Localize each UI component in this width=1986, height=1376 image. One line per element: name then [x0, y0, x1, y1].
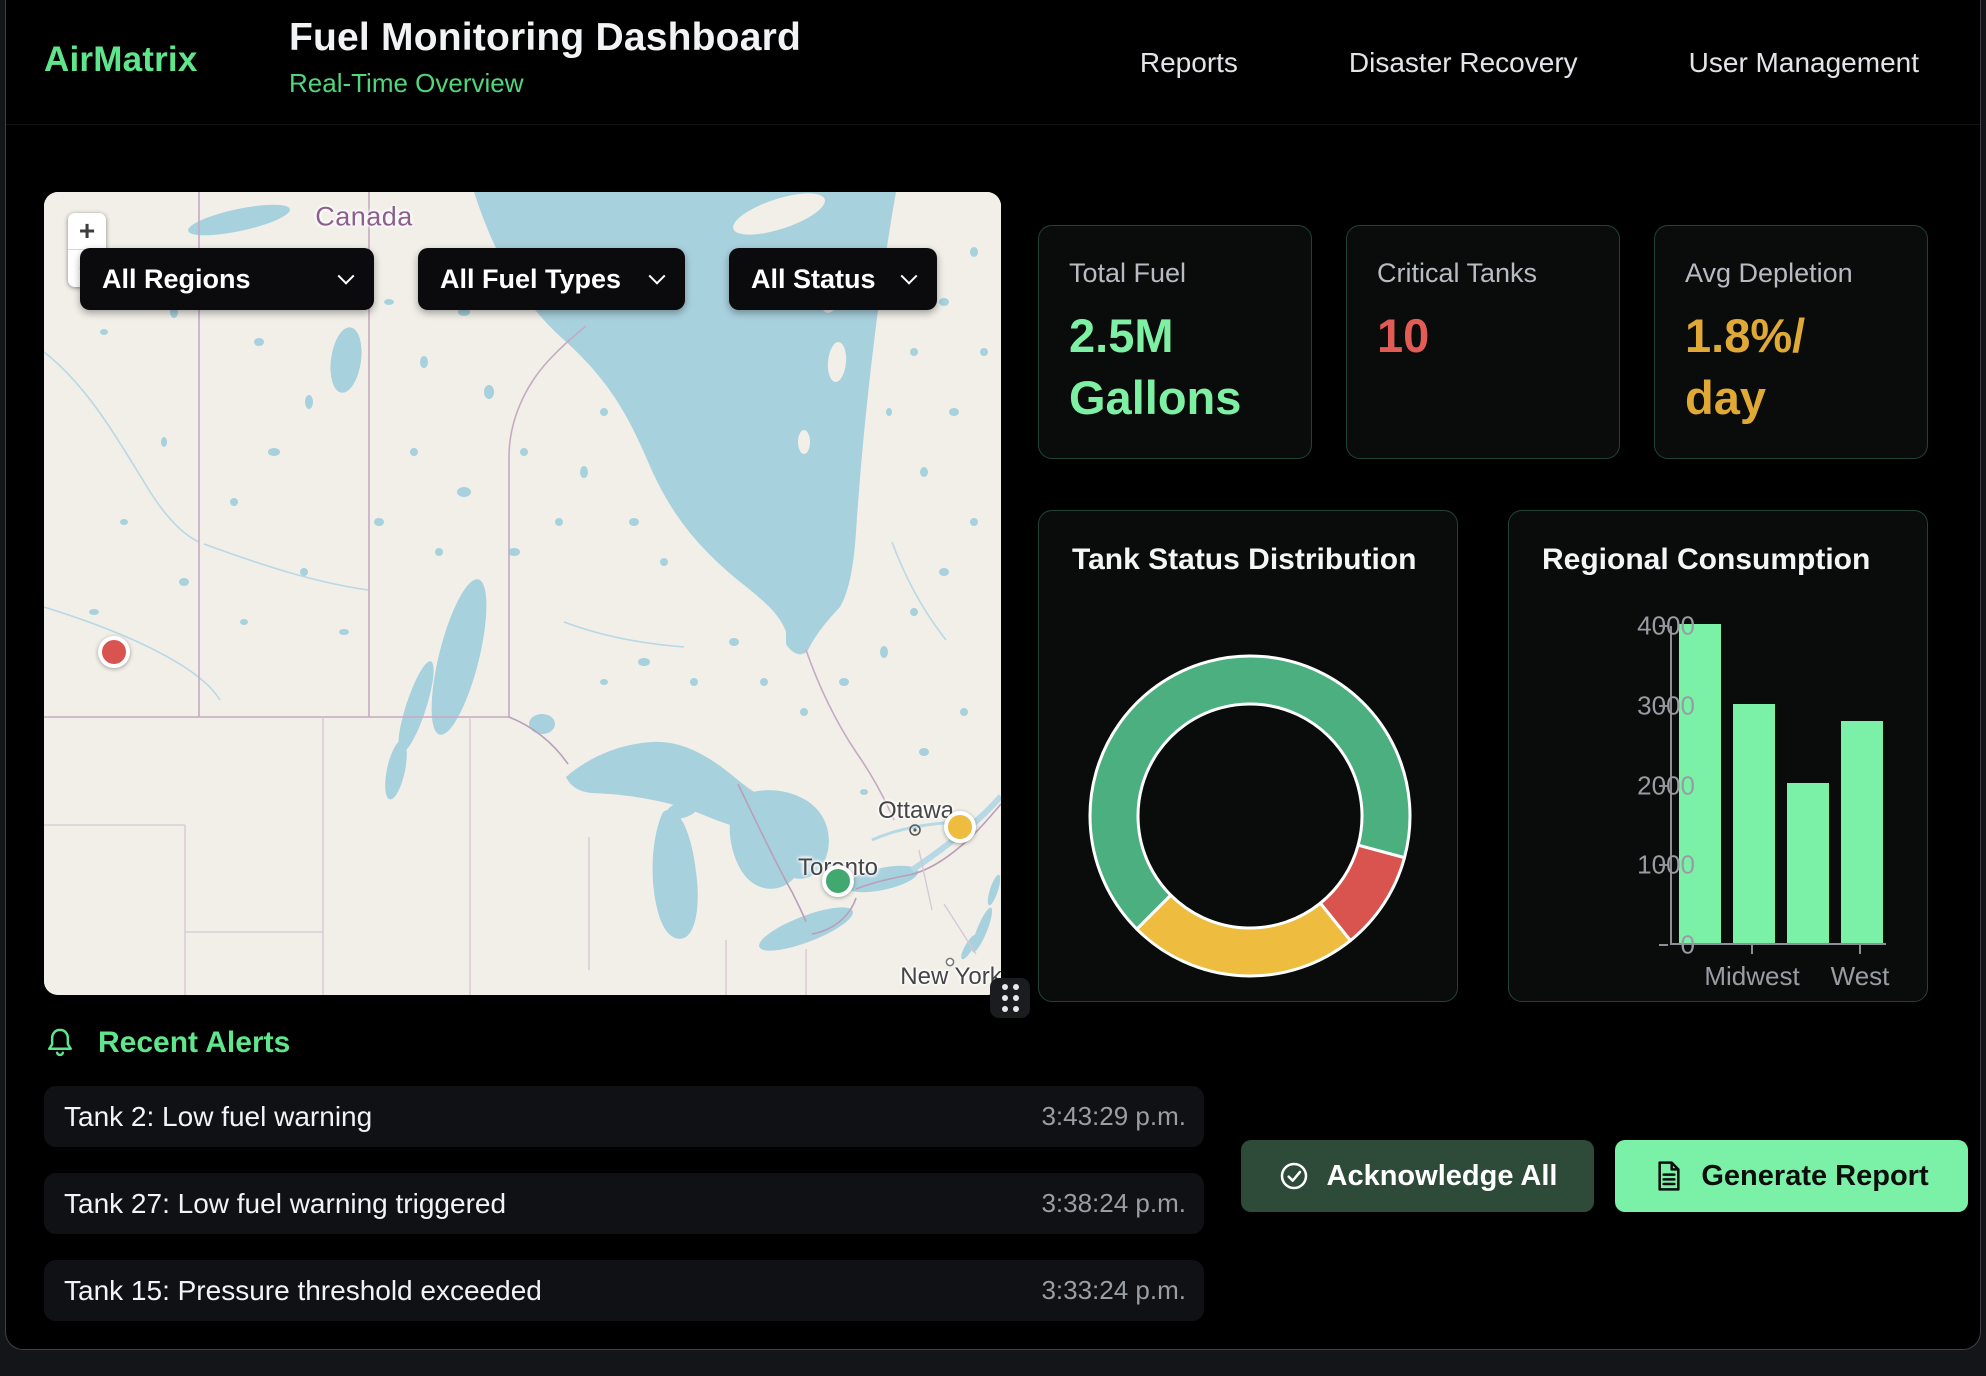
x-tick-mark — [1859, 945, 1861, 954]
title-block: Fuel Monitoring Dashboard Real-Time Over… — [289, 16, 801, 99]
alerts-title: Recent Alerts — [98, 1026, 290, 1060]
nav-item-user-management[interactable]: User Management — [1689, 47, 1919, 79]
status-filter-dropdown[interactable]: All Status — [729, 248, 937, 310]
stat-card-avg-depletion: Avg Depletion 1.8%/day — [1654, 225, 1928, 459]
alert-message: Tank 2: Low fuel warning — [64, 1101, 372, 1133]
stat-label: Avg Depletion — [1685, 258, 1897, 289]
tank-status-card: Tank Status Distribution — [1038, 510, 1458, 1002]
fuel-map[interactable]: Canada Ottawa Toronto New York + − All R… — [44, 192, 1001, 995]
stat-card-total-fuel: Total Fuel 2.5MGallons — [1038, 225, 1312, 459]
x-tick-label: West — [1831, 961, 1890, 992]
bar — [1733, 704, 1775, 943]
zoom-in-button[interactable]: + — [68, 213, 106, 250]
alert-timestamp: 3:33:24 p.m. — [1041, 1275, 1186, 1306]
chevron-down-icon — [649, 268, 666, 285]
brand-logo[interactable]: AirMatrix — [44, 40, 198, 80]
y-tick-mark — [1659, 705, 1668, 707]
map-filter-bar: All Regions All Fuel Types All Status — [80, 248, 937, 310]
nav-item-reports[interactable]: Reports — [1140, 47, 1238, 79]
regional-consumption-card: Regional Consumption 0 1000 2000 3000 4000 Mi… — [1508, 510, 1928, 1002]
x-tick-mark — [1751, 945, 1753, 954]
alert-message: Tank 27: Low fuel warning triggered — [64, 1188, 506, 1220]
dashboard-shell: AirMatrix Fuel Monitoring Dashboard Real… — [5, 0, 1981, 1350]
generate-report-label: Generate Report — [1701, 1160, 1928, 1193]
page-title: Fuel Monitoring Dashboard — [289, 16, 801, 60]
page-subtitle: Real-Time Overview — [289, 68, 801, 99]
alert-row[interactable]: Tank 2: Low fuel warning 3:43:29 p.m. — [44, 1086, 1204, 1147]
alerts-header: Recent Alerts — [44, 1026, 290, 1060]
y-tick-label: 2000 — [1605, 770, 1695, 801]
y-tick-mark — [1659, 785, 1668, 787]
x-tick-label: Midwest — [1704, 961, 1799, 992]
y-tick-label: 3000 — [1605, 690, 1695, 721]
generate-report-button[interactable]: Generate Report — [1615, 1140, 1968, 1212]
fuel-type-filter-dropdown[interactable]: All Fuel Types — [418, 248, 685, 310]
fuel-type-filter-value: All Fuel Types — [440, 264, 621, 295]
bar — [1841, 721, 1883, 943]
acknowledge-all-label: Acknowledge All — [1327, 1160, 1558, 1193]
tank-marker-warning[interactable] — [944, 811, 976, 843]
acknowledge-all-button[interactable]: Acknowledge All — [1241, 1140, 1594, 1212]
check-circle-icon — [1278, 1160, 1310, 1192]
nav-item-disaster-recovery[interactable]: Disaster Recovery — [1349, 47, 1578, 79]
y-tick-label: 1000 — [1605, 850, 1695, 881]
stat-label: Total Fuel — [1069, 258, 1281, 289]
stat-label: Critical Tanks — [1377, 258, 1589, 289]
tank-marker-critical[interactable] — [98, 636, 130, 668]
stat-value: 2.5MGallons — [1069, 305, 1281, 429]
stat-value: 1.8%/day — [1685, 305, 1897, 429]
document-icon — [1654, 1160, 1684, 1192]
region-filter-value: All Regions — [102, 264, 251, 295]
stat-card-critical-tanks: Critical Tanks 10 — [1346, 225, 1620, 459]
stat-value: 10 — [1377, 305, 1589, 367]
y-tick-mark — [1659, 625, 1668, 627]
tank-marker-normal[interactable] — [822, 865, 854, 897]
chevron-down-icon — [338, 268, 355, 285]
alert-message: Tank 15: Pressure threshold exceeded — [64, 1275, 542, 1307]
bar — [1787, 783, 1829, 943]
region-filter-dropdown[interactable]: All Regions — [80, 248, 374, 310]
y-tick-label: 4000 — [1605, 611, 1695, 642]
app-header: AirMatrix Fuel Monitoring Dashboard Real… — [6, 0, 1980, 125]
alert-timestamp: 3:43:29 p.m. — [1041, 1101, 1186, 1132]
y-tick-mark — [1659, 944, 1668, 946]
alert-row[interactable]: Tank 15: Pressure threshold exceeded 3:3… — [44, 1260, 1204, 1321]
regional-consumption-title: Regional Consumption — [1542, 543, 1870, 577]
status-filter-value: All Status — [751, 264, 876, 295]
map-resize-handle[interactable] — [990, 978, 1030, 1018]
regional-consumption-plot — [1670, 626, 1886, 945]
tank-status-donut — [1039, 511, 1459, 1003]
chevron-down-icon — [901, 268, 918, 285]
main-nav: Reports Disaster Recovery User Managemen… — [1140, 0, 1919, 125]
alert-row[interactable]: Tank 27: Low fuel warning triggered 3:38… — [44, 1173, 1204, 1234]
alert-timestamp: 3:38:24 p.m. — [1041, 1188, 1186, 1219]
y-tick-label: 0 — [1605, 930, 1695, 961]
map-canvas — [44, 192, 1001, 995]
bell-icon — [44, 1026, 76, 1060]
y-tick-mark — [1659, 864, 1668, 866]
